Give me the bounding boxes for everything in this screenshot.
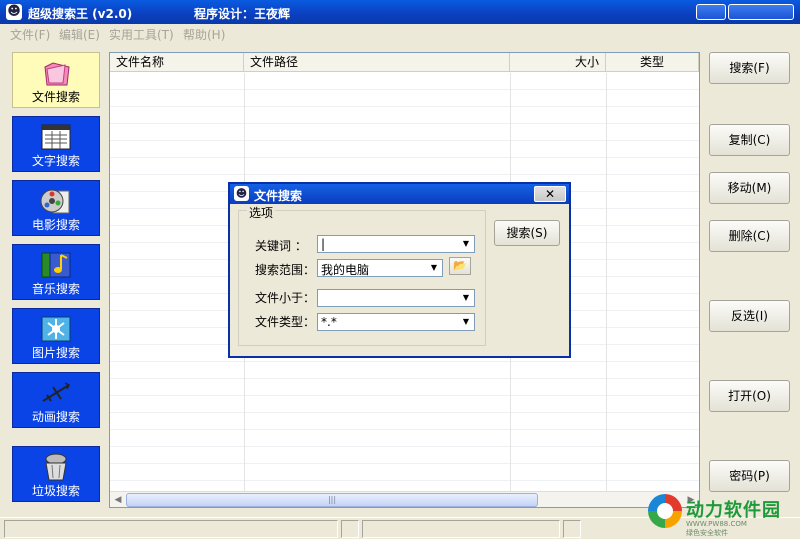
delete-button[interactable]: 删除(C) — [709, 220, 790, 252]
keyword-label: 关键词 ： — [255, 239, 307, 253]
maximize-button[interactable] — [696, 4, 726, 20]
move-button[interactable]: 移动(M) — [709, 172, 790, 204]
picture-icon — [41, 316, 71, 342]
site-watermark: 动力软件园 WWW.PW88.COM 绿色安全软件 — [646, 492, 796, 538]
status-segment — [362, 520, 560, 538]
chevron-down-icon[interactable]: ▼ — [459, 237, 473, 251]
watermark-brand: 动力软件园 — [686, 500, 781, 521]
search-button[interactable]: 搜索(F) — [709, 52, 790, 84]
chevron-down-icon[interactable]: ▼ — [459, 291, 473, 305]
sidebar-item-text-search[interactable]: 文字搜索 — [12, 116, 100, 172]
designer-credit: 程序设计：王夜辉 — [194, 7, 291, 21]
scrollbar-thumb[interactable]: ||| — [126, 493, 538, 507]
music-note-icon — [41, 252, 71, 278]
chevron-down-icon[interactable]: ▼ — [459, 315, 473, 329]
search-category-sidebar: 文件搜索 文字搜索 电影搜索 音乐搜索 图片搜索 动画搜索 垃圾搜索 — [8, 48, 104, 512]
window-title: 超级搜索王 (v2.0) — [28, 7, 133, 21]
dialog-close-icon[interactable]: ✕ — [534, 186, 566, 202]
type-label: 文件类型： — [255, 315, 316, 329]
airplane-animation-icon — [42, 382, 71, 402]
status-segment — [563, 520, 581, 538]
horizontal-scrollbar[interactable]: ◀ ||| ▶ — [110, 491, 699, 507]
sidebar-item-picture-search[interactable]: 图片搜索 — [12, 308, 100, 364]
folder-icon — [44, 62, 70, 86]
close-button[interactable] — [728, 4, 794, 20]
sidebar-item-label: 电影搜索 — [31, 218, 80, 232]
trash-can-icon — [45, 453, 67, 481]
keyword-combo[interactable]: | ▼ — [317, 235, 475, 253]
sidebar-item-label: 音乐搜索 — [31, 282, 80, 296]
keyword-value: | — [321, 237, 326, 251]
column-header-size[interactable]: 大小 — [510, 53, 606, 71]
size-combo[interactable]: ▼ — [317, 289, 475, 307]
options-group-title: 选项 — [247, 204, 276, 221]
type-combo[interactable]: *.* ▼ — [317, 313, 475, 331]
film-reel-icon — [40, 189, 70, 214]
size-label: 文件小于： — [255, 291, 316, 305]
invert-selection-button[interactable]: 反选(I) — [709, 300, 790, 332]
column-header-path[interactable]: 文件路径 — [244, 53, 510, 71]
sidebar-item-label: 动画搜索 — [31, 410, 80, 424]
scope-combo[interactable]: 我的电脑 ▼ — [317, 259, 443, 277]
sidebar-item-animation-search[interactable]: 动画搜索 — [12, 372, 100, 428]
title-bar[interactable]: ☻ 超级搜索王 (v2.0) 程序设计：王夜辉 — [0, 0, 800, 24]
sidebar-item-junk-search[interactable]: 垃圾搜索 — [12, 446, 100, 502]
chevron-down-icon[interactable]: ▼ — [427, 261, 441, 275]
copy-button[interactable]: 复制(C) — [709, 124, 790, 156]
type-value: *.* — [321, 315, 337, 329]
sidebar-item-label: 垃圾搜索 — [31, 484, 80, 498]
column-header-name[interactable]: 文件名称 — [110, 53, 244, 71]
dialog-title: 文件搜索 — [254, 189, 303, 203]
watermark-slogan: 绿色安全软件 — [686, 529, 728, 537]
sidebar-item-label: 图片搜索 — [31, 346, 80, 360]
scope-label: 搜索范围： — [255, 263, 316, 277]
text-document-icon — [41, 124, 71, 150]
scroll-left-icon[interactable]: ◀ — [111, 493, 125, 507]
scope-value: 我的电脑 — [321, 263, 370, 277]
menu-help[interactable]: 帮助(H) — [183, 26, 225, 43]
column-divider — [606, 73, 607, 491]
dialog-title-bar[interactable]: ☻ 文件搜索 ✕ — [230, 184, 569, 204]
sidebar-item-movie-search[interactable]: 电影搜索 — [12, 180, 100, 236]
menu-edit[interactable]: 编辑(E) — [59, 26, 100, 43]
column-header-type[interactable]: 类型 — [606, 53, 699, 71]
status-segment — [4, 520, 338, 538]
status-segment — [341, 520, 359, 538]
menu-file[interactable]: 文件(F) — [10, 26, 50, 43]
sidebar-item-music-search[interactable]: 音乐搜索 — [12, 244, 100, 300]
dialog-search-button[interactable]: 搜索(S) — [494, 220, 560, 246]
menu-bar: 文件(F) 编辑(E) 实用工具(T) 帮助(H) — [0, 24, 800, 42]
browse-folder-icon[interactable]: 📂 — [449, 257, 471, 275]
file-search-dialog: ☻ 文件搜索 ✕ 选项 关键词 ： | ▼ 搜索范围： 我的电脑 ▼ 📂 文件小… — [228, 182, 571, 358]
menu-tools[interactable]: 实用工具(T) — [109, 26, 174, 43]
globe-logo-icon — [648, 494, 682, 528]
options-group: 选项 关键词 ： | ▼ 搜索范围： 我的电脑 ▼ 📂 文件小于： ▼ 文件类型… — [238, 204, 486, 346]
password-button[interactable]: 密码(P) — [709, 460, 790, 492]
dialog-app-icon: ☻ — [234, 186, 249, 201]
open-button[interactable]: 打开(O) — [709, 380, 790, 412]
sidebar-item-file-search[interactable]: 文件搜索 — [12, 52, 100, 108]
list-header: 文件名称 文件路径 大小 类型 — [110, 53, 699, 72]
watermark-url: WWW.PW88.COM — [686, 520, 747, 528]
sidebar-item-label: 文件搜索 — [31, 90, 80, 104]
sidebar-item-label: 文字搜索 — [31, 154, 80, 168]
app-icon: ☻ — [6, 4, 22, 20]
